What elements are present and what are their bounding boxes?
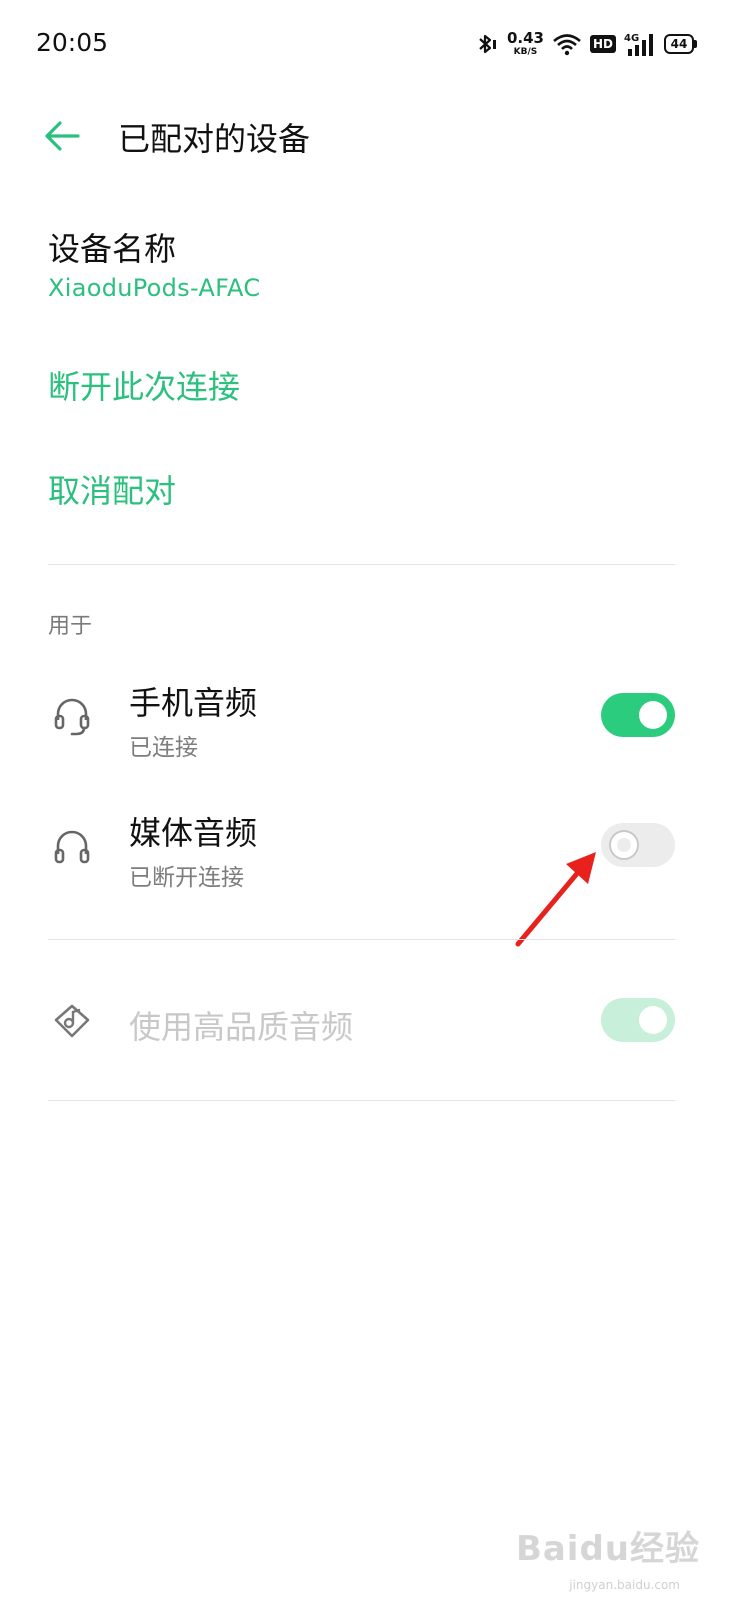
watermark-logo: Baidu经验 bbox=[515, 1529, 700, 1569]
net-speed: 0.43 KB/S bbox=[507, 31, 544, 57]
unpair-button[interactable]: 取消配对 bbox=[48, 466, 176, 512]
media-audio-toggle[interactable] bbox=[601, 823, 675, 867]
bluetooth-icon bbox=[479, 34, 496, 54]
hq-audio-icon bbox=[54, 1004, 90, 1038]
battery-icon: 44 bbox=[664, 34, 697, 54]
toggle-knob bbox=[639, 1006, 667, 1034]
headset-icon bbox=[54, 698, 90, 736]
divider bbox=[48, 564, 675, 565]
watermark-url: jingyan.baidu.com bbox=[569, 1578, 680, 1592]
back-arrow-icon[interactable] bbox=[40, 114, 84, 158]
disconnect-button[interactable]: 断开此次连接 bbox=[48, 362, 240, 408]
phone-audio-toggle[interactable] bbox=[601, 693, 675, 737]
battery-level: 44 bbox=[670, 37, 688, 51]
toggle-knob bbox=[639, 701, 667, 729]
device-name-label: 设备名称 bbox=[48, 230, 177, 268]
hq-audio-title: 使用高品质音频 bbox=[129, 1008, 354, 1046]
headphones-icon bbox=[54, 830, 90, 864]
page-title: 已配对的设备 bbox=[118, 120, 311, 158]
signal-icon: 4G bbox=[624, 33, 653, 56]
toggle-knob bbox=[611, 832, 637, 858]
hd-icon: HD bbox=[589, 35, 616, 53]
device-name-value[interactable]: XiaoduPods-AFAC bbox=[48, 274, 260, 302]
net-speed-value: 0.43 bbox=[506, 29, 544, 47]
profile-status-phone-audio: 已连接 bbox=[129, 735, 198, 761]
wifi-icon bbox=[553, 34, 581, 56]
profile-status-media-audio: 已断开连接 bbox=[129, 865, 244, 891]
section-label-used-for: 用于 bbox=[48, 614, 93, 639]
divider bbox=[48, 939, 675, 940]
hq-audio-toggle[interactable] bbox=[601, 998, 675, 1042]
profile-title-media-audio: 媒体音频 bbox=[129, 814, 258, 852]
svg-text:4G: 4G bbox=[624, 33, 639, 44]
annotation-arrow-icon bbox=[515, 852, 596, 947]
net-speed-unit: KB/S bbox=[513, 47, 538, 57]
divider bbox=[48, 1100, 675, 1101]
status-time: 20:05 bbox=[36, 28, 109, 57]
status-icons: 0.43 KB/S HD 4G 44 bbox=[473, 24, 697, 64]
profile-title-phone-audio: 手机音频 bbox=[129, 684, 258, 722]
